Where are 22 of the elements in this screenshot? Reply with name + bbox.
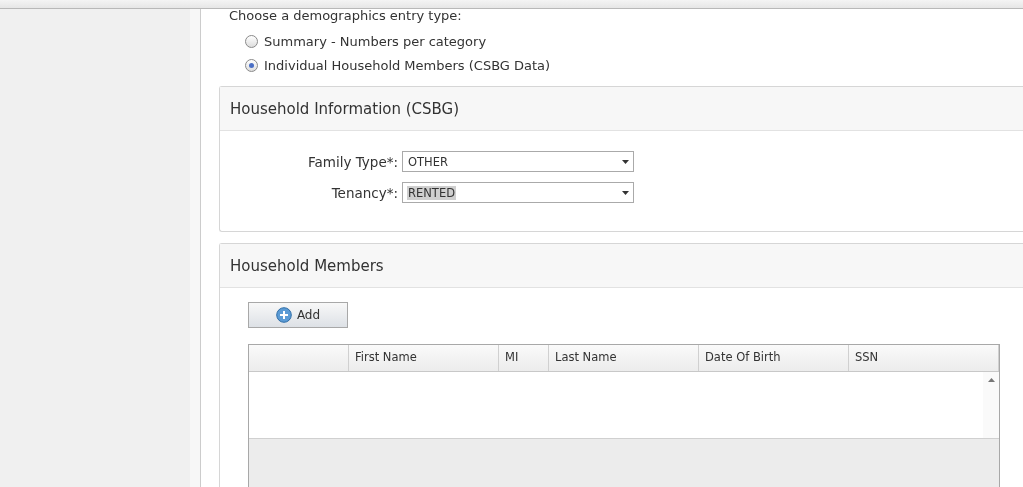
scrollbar[interactable] bbox=[983, 372, 999, 438]
field-label: Tenancy*: bbox=[330, 184, 399, 201]
column-header[interactable]: MI bbox=[499, 345, 549, 371]
field-label: Family Type*: bbox=[306, 153, 399, 170]
panel-title: Household Information (CSBG) bbox=[230, 99, 460, 118]
caret-icon bbox=[622, 190, 629, 195]
column-header[interactable]: Last Name bbox=[549, 345, 699, 371]
column-header[interactable]: First Name bbox=[349, 345, 499, 371]
plus-circle-icon bbox=[275, 307, 292, 323]
panel-title: Household Members bbox=[230, 256, 384, 275]
radio-label[interactable]: Summary - Numbers per category bbox=[264, 33, 487, 49]
dropdown-field[interactable]: RENTED bbox=[402, 182, 634, 203]
radio-button[interactable] bbox=[245, 34, 258, 48]
entry-type-prompt: Choose a demographics entry type: bbox=[229, 9, 463, 23]
add-button[interactable]: Add bbox=[248, 302, 348, 328]
caret-icon bbox=[622, 159, 629, 164]
dropdown-field[interactable]: OTHER bbox=[402, 151, 634, 172]
scroll-up-icon bbox=[987, 378, 995, 382]
radio-button[interactable] bbox=[245, 58, 258, 72]
column-header[interactable]: Date Of Birth bbox=[699, 345, 849, 371]
column-header[interactable]: SSN bbox=[849, 345, 999, 371]
radio-label[interactable]: Individual Household Members (CSBG Data) bbox=[264, 57, 551, 73]
